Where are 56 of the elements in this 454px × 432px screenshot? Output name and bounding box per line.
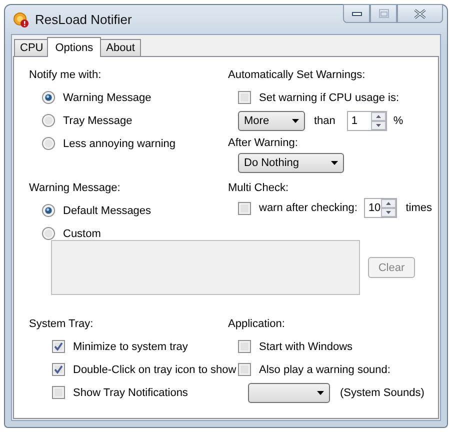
- spinner-arrows-icon[interactable]: [380, 199, 396, 217]
- option-label: Tray Message: [63, 114, 132, 126]
- radio-button[interactable]: [42, 137, 55, 150]
- sound-dropdown[interactable]: [248, 383, 330, 403]
- option-label: Less annoying warning: [63, 138, 176, 150]
- checkbox-label: Show Tray Notifications: [73, 386, 188, 398]
- section-heading: After Warning:: [228, 136, 299, 151]
- section-heading: System Tray:: [29, 317, 94, 332]
- section-heading: Application:: [228, 317, 286, 332]
- tab[interactable]: CPU: [14, 39, 50, 56]
- app-icon: [13, 12, 29, 28]
- checkbox-label: Also play a warning sound:: [259, 364, 390, 376]
- checkbox-label: Set warning if CPU usage is:: [259, 92, 400, 104]
- checkbox[interactable]: [52, 386, 65, 399]
- than-label: than: [314, 115, 336, 127]
- checkbox[interactable]: [52, 340, 65, 353]
- tab[interactable]: About: [100, 39, 141, 56]
- section-heading: Warning Message:: [29, 181, 122, 196]
- sound-note: (System Sounds): [340, 387, 424, 399]
- checkbox[interactable]: [238, 202, 251, 214]
- minimize-icon: [352, 12, 362, 16]
- radio-button[interactable]: [42, 91, 55, 104]
- radio-button[interactable]: [42, 204, 55, 217]
- dropdown-arrow-icon: [292, 119, 299, 123]
- maximize-icon: [378, 9, 388, 18]
- checkbox-label: Double-Click on tray icon to show: [73, 364, 236, 376]
- window-title: ResLoad Notifier: [35, 12, 132, 27]
- action-dropdown[interactable]: Do Nothing: [238, 153, 344, 173]
- checkbox[interactable]: [52, 363, 65, 376]
- dropdown-arrow-icon: [331, 161, 338, 165]
- option-label: Default Messages: [63, 204, 152, 216]
- close-icon: [414, 8, 426, 18]
- threshold-spinner[interactable]: 1: [347, 111, 388, 131]
- message-text-field[interactable]: [51, 240, 360, 295]
- option-label: Warning Message: [63, 92, 152, 104]
- section-heading: Notify me with:: [29, 68, 102, 83]
- checkbox-label: warn after checking:: [259, 202, 358, 214]
- section-heading: Automatically Set Warnings:: [228, 68, 366, 83]
- unit-label: times: [406, 202, 432, 214]
- checkbox[interactable]: [238, 363, 251, 376]
- close-button[interactable]: [397, 4, 443, 23]
- tab[interactable]: Options: [47, 37, 102, 57]
- radio-button[interactable]: [42, 114, 55, 127]
- spinner-arrows-icon[interactable]: [371, 112, 386, 130]
- checkbox-label: Start with Windows: [259, 340, 353, 352]
- unit-label: %: [393, 115, 404, 127]
- checkbox[interactable]: [238, 340, 251, 353]
- dropdown-arrow-icon: [317, 391, 324, 395]
- checkbox[interactable]: [238, 91, 251, 104]
- option-label: Custom: [63, 228, 101, 240]
- minimize-button[interactable]: [343, 4, 370, 23]
- comparison-dropdown[interactable]: More: [238, 111, 305, 131]
- checkbox-label: Minimize to system tray: [73, 340, 188, 352]
- count-spinner[interactable]: 10: [364, 198, 397, 218]
- radio-button[interactable]: [42, 227, 55, 240]
- section-heading: Multi Check:: [228, 181, 290, 196]
